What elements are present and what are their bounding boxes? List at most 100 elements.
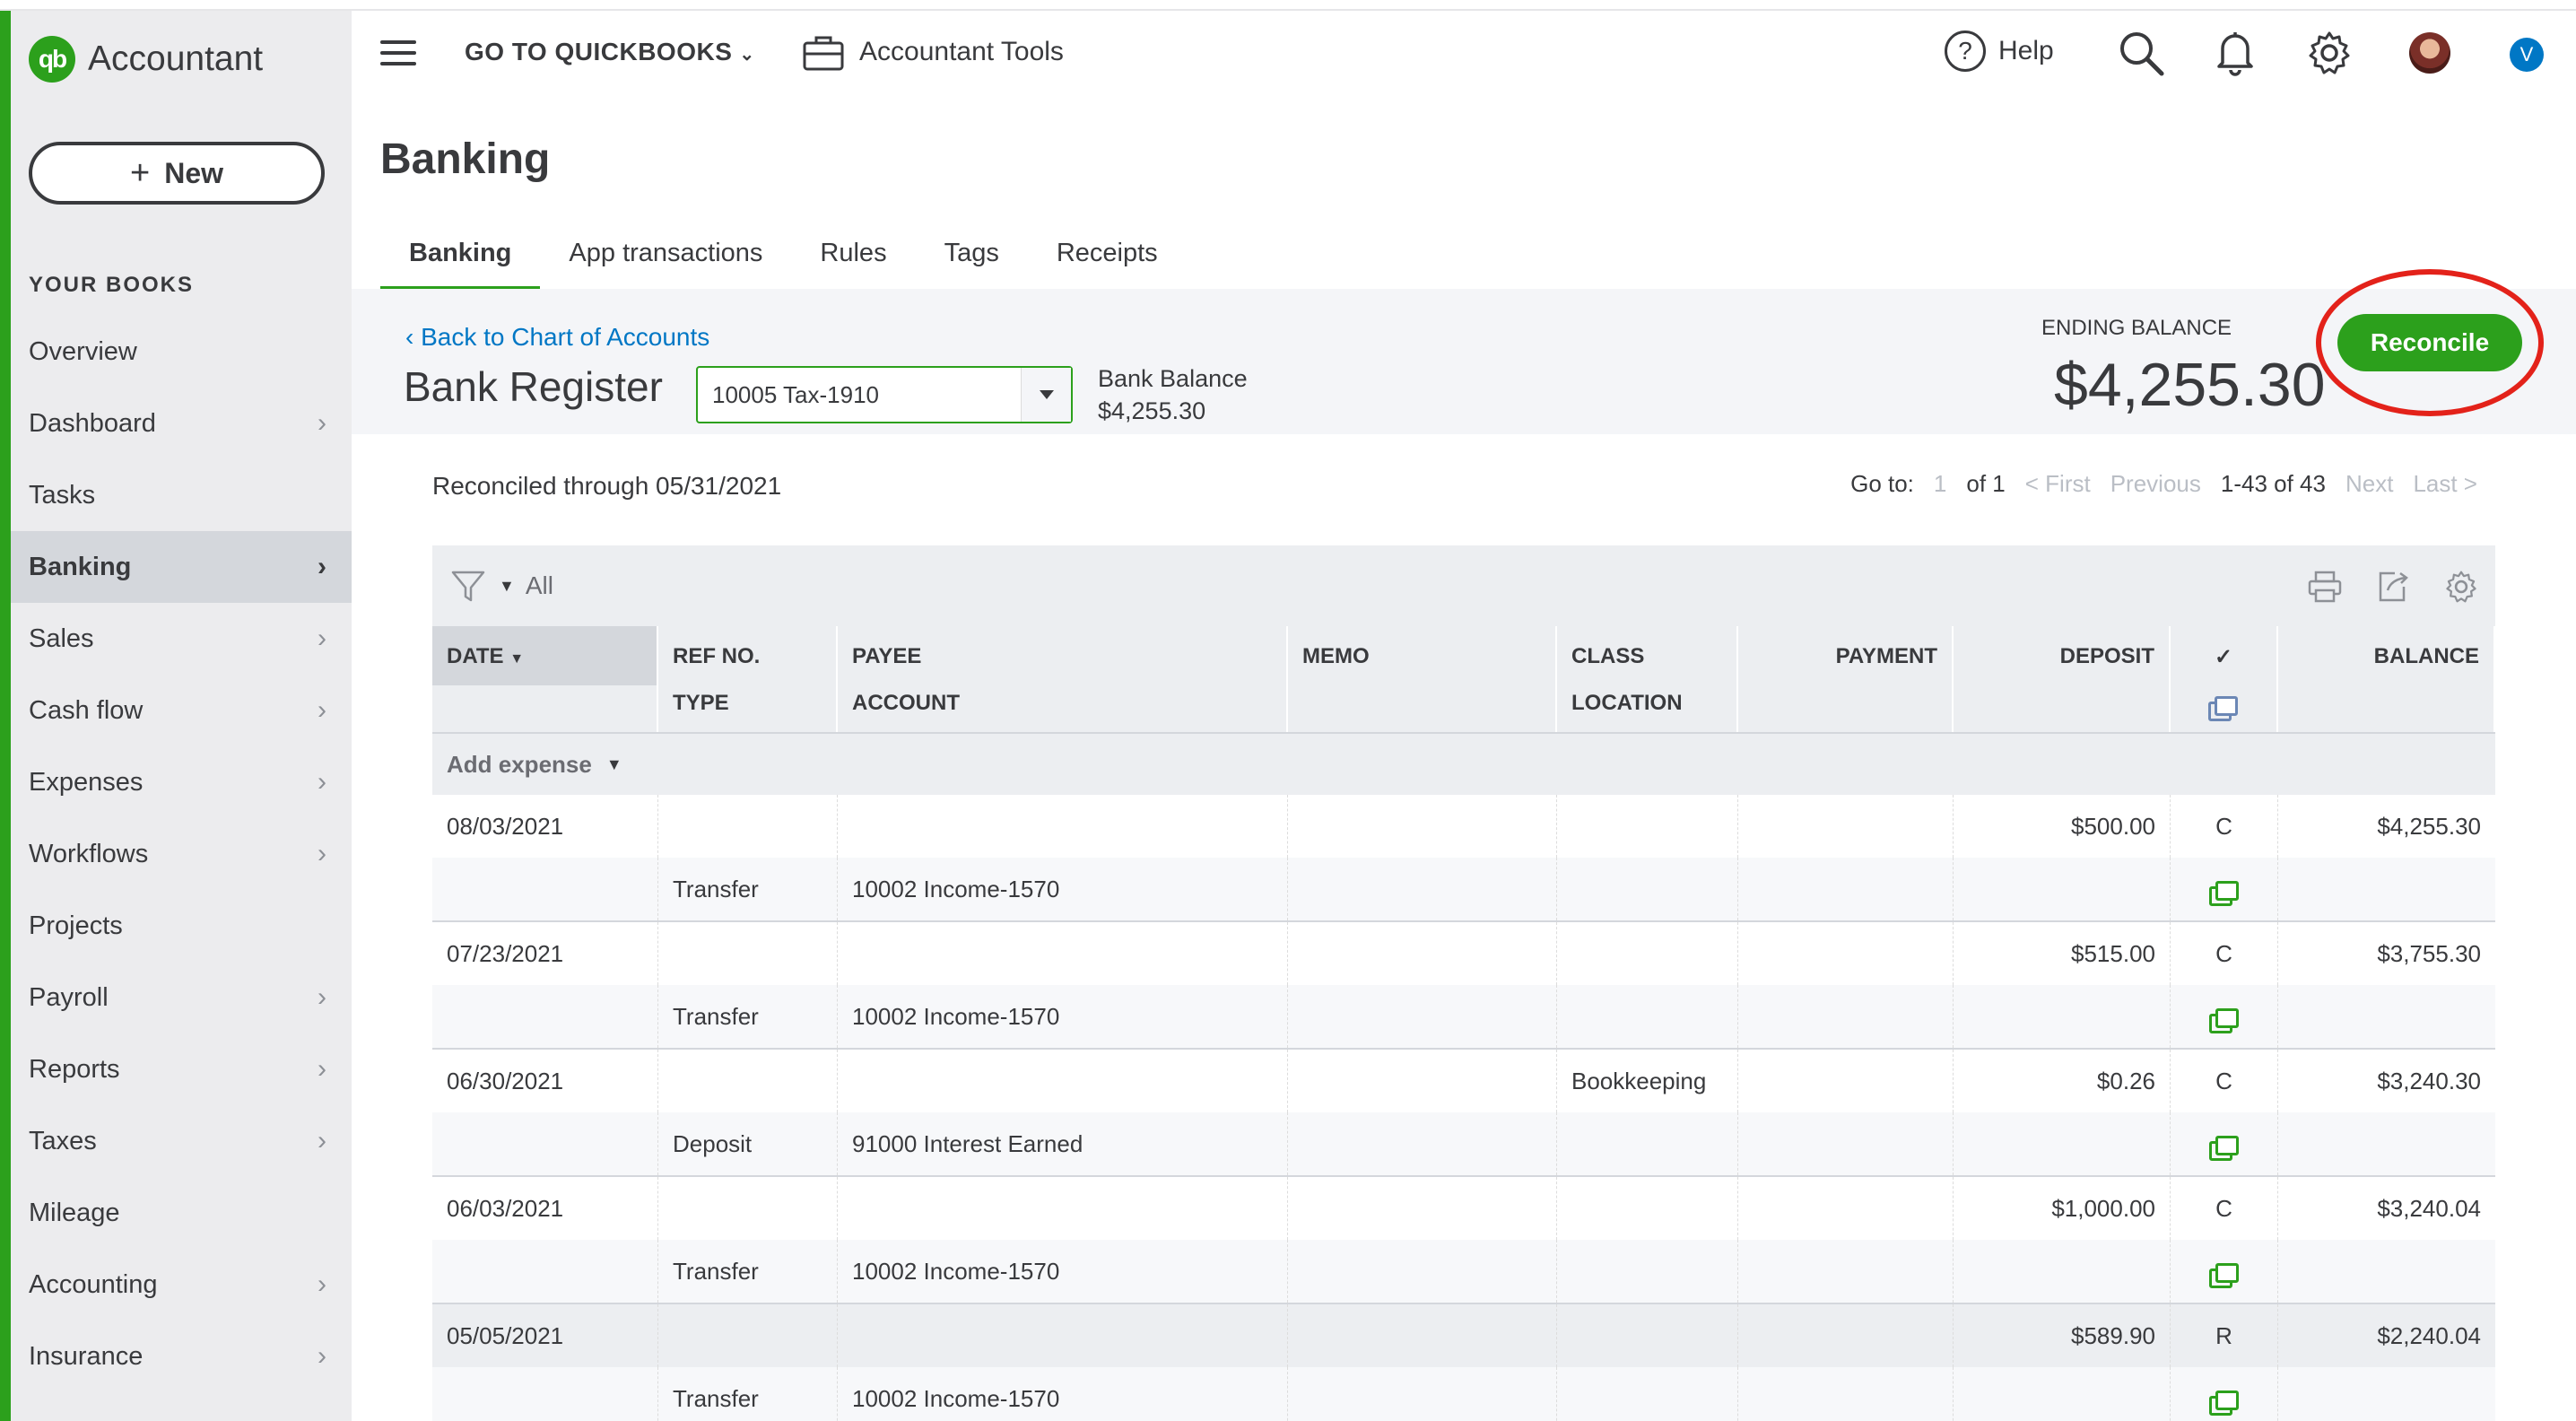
sidebar-item-dashboard[interactable]: Dashboard › bbox=[11, 388, 352, 459]
sidebar-item-payroll[interactable]: Payroll › bbox=[11, 962, 352, 1033]
row-spacer bbox=[432, 1240, 658, 1303]
class-cell: Bookkeeping bbox=[1557, 1050, 1738, 1112]
page-of-label: of 1 bbox=[1966, 470, 2006, 497]
ref-column-header[interactable]: REF NO. bbox=[658, 626, 838, 685]
brand[interactable]: qb Accountant bbox=[29, 36, 263, 83]
table-row[interactable]: 08/03/2021 $500.00 C $4,255.30 Transfer 10002… bbox=[432, 795, 2495, 922]
status-cell[interactable]: C bbox=[2171, 922, 2278, 985]
sidebar-item-expenses[interactable]: Expenses › bbox=[11, 746, 352, 818]
settings-icon[interactable] bbox=[2443, 569, 2479, 605]
memo-column-header[interactable]: MEMO bbox=[1288, 626, 1557, 685]
sidebar-item-banking[interactable]: Banking › bbox=[11, 531, 352, 603]
sidebar-item-overview[interactable]: Overview bbox=[11, 316, 352, 388]
status-cell[interactable]: C bbox=[2171, 795, 2278, 858]
bank-balance-value: $4,255.30 bbox=[1098, 397, 1206, 424]
table-row[interactable]: 06/03/2021 $1,000.00 C $3,240.04 Transfer 100… bbox=[432, 1177, 2495, 1304]
status-cell[interactable]: R bbox=[2171, 1304, 2278, 1367]
sidebar-item-label: Insurance bbox=[29, 1341, 144, 1371]
memo-cell bbox=[1288, 1177, 1557, 1240]
next-page-link[interactable]: Next bbox=[2345, 470, 2393, 498]
sidebar-item-sales[interactable]: Sales › bbox=[11, 603, 352, 675]
copy-icon[interactable] bbox=[2208, 1390, 2240, 1416]
copy-icon[interactable] bbox=[2208, 1263, 2240, 1288]
table-header-row-2: TYPE ACCOUNT LOCATION bbox=[432, 685, 2495, 732]
user-avatar[interactable] bbox=[2409, 32, 2450, 74]
filter-icon[interactable] bbox=[450, 568, 486, 604]
table-row-line-1: 08/03/2021 $500.00 C $4,255.30 bbox=[432, 795, 2495, 858]
bell-icon[interactable] bbox=[2214, 29, 2257, 77]
account-cell: 10002 Income-1570 bbox=[838, 985, 1288, 1048]
ref-cell bbox=[658, 1304, 838, 1367]
row-spacer bbox=[1288, 858, 1557, 920]
add-expense-caret-icon[interactable]: ▼ bbox=[606, 755, 622, 774]
balance-cell: $3,240.04 bbox=[2377, 1195, 2481, 1222]
type-cell: Transfer bbox=[658, 1367, 838, 1421]
export-icon[interactable] bbox=[2375, 569, 2411, 605]
chevron-right-icon: › bbox=[318, 982, 326, 1012]
account-select[interactable]: 10005 Tax-1910 bbox=[696, 366, 1073, 423]
sidebar-item-tasks[interactable]: Tasks bbox=[11, 459, 352, 531]
register-rows: 08/03/2021 $500.00 C $4,255.30 Transfer 10002… bbox=[432, 795, 2495, 1421]
reconcile-status-header[interactable]: ✓ bbox=[2171, 626, 2278, 685]
filter-value[interactable]: All bbox=[526, 571, 553, 600]
copy-icon[interactable] bbox=[2208, 696, 2239, 721]
account-column-header[interactable]: ACCOUNT bbox=[838, 685, 1288, 732]
search-icon[interactable] bbox=[2117, 29, 2165, 77]
sidebar-item-cash-flow[interactable]: Cash flow › bbox=[11, 675, 352, 746]
add-expense-row[interactable]: Add expense ▼ bbox=[432, 732, 2495, 795]
last-page-link[interactable]: Last > bbox=[2413, 470, 2477, 498]
copy-icon[interactable] bbox=[2208, 881, 2240, 906]
dropdown-arrow-icon[interactable] bbox=[1021, 368, 1071, 422]
tab-app-transactions[interactable]: App transactions bbox=[540, 235, 791, 292]
sidebar-item-workflows[interactable]: Workflows › bbox=[11, 818, 352, 890]
table-row[interactable]: 05/05/2021 $589.90 R $2,240.04 Transfer 10002… bbox=[432, 1304, 2495, 1421]
copy-icon[interactable] bbox=[2208, 1008, 2240, 1033]
deposit-column-header[interactable]: DEPOSIT bbox=[1954, 626, 2171, 685]
payment-cell bbox=[1738, 795, 1954, 858]
type-cell: Deposit bbox=[658, 1112, 838, 1175]
tab-tags[interactable]: Tags bbox=[916, 235, 1028, 292]
payee-column-header[interactable]: PAYEE bbox=[838, 626, 1288, 685]
sidebar-item-accounting[interactable]: Accounting › bbox=[11, 1249, 352, 1321]
new-button[interactable]: + New bbox=[29, 142, 325, 205]
tab-banking[interactable]: Banking bbox=[380, 235, 541, 292]
row-spacer bbox=[432, 858, 658, 920]
payment-column-header[interactable]: PAYMENT bbox=[1738, 626, 1954, 685]
page-input[interactable]: 1 bbox=[1934, 470, 1946, 498]
tab-receipts[interactable]: Receipts bbox=[1028, 235, 1187, 292]
type-column-header[interactable]: TYPE bbox=[658, 685, 838, 732]
table-row[interactable]: 07/23/2021 $515.00 C $3,755.30 Transfer 10002… bbox=[432, 922, 2495, 1050]
help-button[interactable]: ? Help bbox=[1945, 31, 2054, 72]
print-icon[interactable] bbox=[2307, 569, 2343, 605]
sidebar-item-insurance[interactable]: Insurance › bbox=[11, 1321, 352, 1392]
tab-rules[interactable]: Rules bbox=[791, 235, 915, 292]
date-column-header[interactable]: DATE ▼ bbox=[432, 626, 658, 685]
class-column-header[interactable]: CLASS bbox=[1557, 626, 1738, 685]
status-cell[interactable]: C bbox=[2171, 1050, 2278, 1112]
row-spacer bbox=[2278, 1240, 2495, 1303]
sidebar-item-label: Expenses bbox=[29, 767, 144, 797]
go-to-quickbooks-dropdown[interactable]: GO TO QUICKBOOKS ⌄ bbox=[465, 38, 755, 66]
sidebar-item-mileage[interactable]: Mileage bbox=[11, 1177, 352, 1249]
hamburger-icon[interactable] bbox=[380, 40, 416, 65]
filter-caret-icon[interactable]: ▼ bbox=[499, 577, 515, 596]
sidebar-item-label: Accounting bbox=[29, 1269, 158, 1299]
chevron-right-icon: › bbox=[318, 408, 326, 438]
status-cell[interactable]: C bbox=[2171, 1177, 2278, 1240]
date-header-label: DATE bbox=[447, 644, 504, 668]
row-spacer bbox=[432, 1367, 658, 1421]
previous-page-link[interactable]: Previous bbox=[2110, 470, 2201, 498]
sidebar-item-reports[interactable]: Reports › bbox=[11, 1033, 352, 1105]
ref-cell bbox=[658, 1177, 838, 1240]
copy-icon[interactable] bbox=[2208, 1136, 2240, 1161]
sidebar-item-projects[interactable]: Projects bbox=[11, 890, 352, 962]
table-row[interactable]: 06/30/2021 Bookkeeping $0.26 C $3,240.30 Depo… bbox=[432, 1050, 2495, 1177]
client-badge[interactable]: V bbox=[2510, 38, 2544, 72]
back-to-chart-link[interactable]: ‹ Back to Chart of Accounts bbox=[405, 323, 709, 352]
gear-icon[interactable] bbox=[2305, 29, 2354, 77]
balance-column-header[interactable]: BALANCE bbox=[2278, 626, 2495, 685]
first-page-link[interactable]: < First bbox=[2025, 470, 2091, 498]
sidebar-item-taxes[interactable]: Taxes › bbox=[11, 1105, 352, 1177]
accountant-tools-button[interactable]: Accountant Tools bbox=[802, 32, 1064, 72]
location-column-header[interactable]: LOCATION bbox=[1557, 685, 1738, 732]
